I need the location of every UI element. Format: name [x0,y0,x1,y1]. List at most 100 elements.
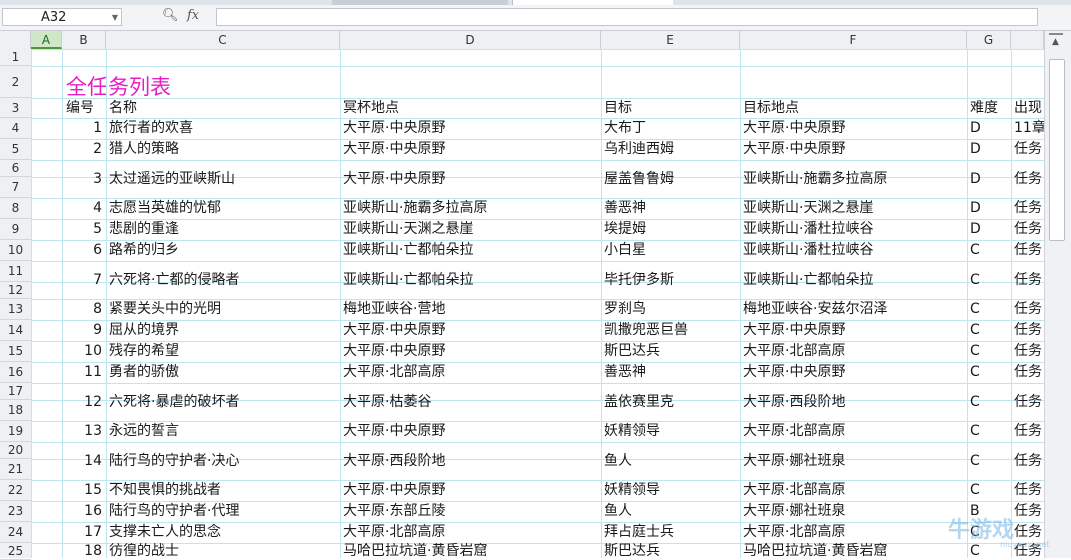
cell-target[interactable]: 斯巴达兵 [604,543,737,558]
cell-name[interactable]: 紧要关头中的光明 [109,299,337,320]
header-start[interactable]: 冥杯地点 [343,98,598,118]
cell-target-location[interactable]: 亚峡斯山·亡都帕朵拉 [743,261,964,299]
cell-difficulty[interactable]: D [970,198,1008,219]
cell-name[interactable]: 六死将·亡都的侵略者 [109,261,337,299]
row-header-2[interactable]: 2 [0,66,31,98]
cell-name[interactable]: 彷徨的战士 [109,543,337,558]
function-icon[interactable]: fx [187,8,199,23]
cell-appear[interactable]: 任务 [1014,160,1044,198]
cell-name[interactable]: 六死将·暴虐的破坏者 [109,383,337,421]
cell-target-location[interactable]: 大平原·西段阶地 [743,383,964,421]
cell-id[interactable]: 17 [62,522,102,543]
row-header-18[interactable]: 18 [0,400,31,421]
cell-difficulty[interactable]: C [970,383,1008,421]
cell-difficulty[interactable]: C [970,362,1008,383]
cell-difficulty[interactable]: C [970,480,1008,501]
cell-start[interactable]: 大平原·中央原野 [343,341,598,362]
cell-id[interactable]: 12 [62,383,102,421]
row-header-19[interactable]: 19 [0,421,31,442]
cell-appear[interactable]: 任务 [1014,261,1044,299]
cell-appear[interactable]: 11章 [1014,118,1044,139]
cell-target[interactable]: 罗刹鸟 [604,299,737,320]
cell-name[interactable]: 勇者的骄傲 [109,362,337,383]
row-header-24[interactable]: 24 [0,522,31,543]
cell-name[interactable]: 路希的归乡 [109,240,337,261]
cell-difficulty[interactable]: C [970,341,1008,362]
row-header-13[interactable]: 13 [0,299,31,320]
row-header-21[interactable]: 21 [0,459,31,480]
cell-id[interactable]: 1 [62,118,102,139]
header-difficulty[interactable]: 难度 [970,98,1008,118]
column-header-d[interactable]: D [340,31,601,49]
cell-name[interactable]: 太过遥远的亚峡斯山 [109,160,337,198]
cell-appear[interactable]: 任务 [1014,341,1044,362]
cell-name[interactable]: 志愿当英雄的忧郁 [109,198,337,219]
cell-target[interactable]: 盖依赛里克 [604,383,737,421]
cell-name[interactable]: 不知畏惧的挑战者 [109,480,337,501]
cell-difficulty[interactable]: C [970,299,1008,320]
row-header-1[interactable]: 1 [0,49,31,66]
cell-target-location[interactable]: 大平原·中央原野 [743,362,964,383]
cell-id[interactable]: 15 [62,480,102,501]
cell-target[interactable]: 善恶神 [604,198,737,219]
cell-start[interactable]: 马哈巴拉坑道·黄昏岩窟 [343,543,598,558]
cell-target-location[interactable]: 大平原·中央原野 [743,118,964,139]
cell-name[interactable]: 屈从的境界 [109,320,337,341]
cell-appear[interactable]: 任务 [1014,320,1044,341]
cell-start[interactable]: 大平原·中央原野 [343,480,598,501]
cell-name[interactable]: 陆行鸟的守护者·决心 [109,442,337,480]
cell-name[interactable]: 永远的誓言 [109,421,337,442]
cell-appear[interactable]: 任务 [1014,362,1044,383]
row-header-5[interactable]: 5 [0,139,31,160]
cell-id[interactable]: 13 [62,421,102,442]
cell-target[interactable]: 鱼人 [604,501,737,522]
cell-appear[interactable]: 任务 [1014,480,1044,501]
scrollbar-split-handle[interactable] [1049,33,1063,35]
cell-target-location[interactable]: 亚峡斯山·天渊之悬崖 [743,198,964,219]
row-header-9[interactable]: 9 [0,219,31,240]
header-appear[interactable]: 出现 [1014,98,1044,118]
cell-target[interactable]: 屋盖鲁鲁姆 [604,160,737,198]
cell-appear[interactable]: 任务 [1014,139,1044,160]
cell-start[interactable]: 大平原·中央原野 [343,320,598,341]
cell-target[interactable]: 毕托伊多斯 [604,261,737,299]
cell-target-location[interactable]: 大平原·北部高原 [743,480,964,501]
row-header-14[interactable]: 14 [0,320,31,341]
cell-id[interactable]: 18 [62,543,102,558]
cell-target-location[interactable]: 亚峡斯山·潘杜拉峡谷 [743,219,964,240]
cell-id[interactable]: 6 [62,240,102,261]
cell-target-location[interactable]: 大平原·北部高原 [743,522,964,543]
column-header-h[interactable] [1011,31,1044,49]
cell-difficulty[interactable]: C [970,442,1008,480]
cell-target[interactable]: 拜占庭士兵 [604,522,737,543]
scrollbar-thumb[interactable] [1049,59,1065,241]
cell-id[interactable]: 4 [62,198,102,219]
cell-target[interactable]: 妖精领导 [604,421,737,442]
cell-difficulty[interactable]: D [970,118,1008,139]
cell-appear[interactable]: 任务 [1014,240,1044,261]
row-header-16[interactable]: 16 [0,362,31,383]
cell-id[interactable]: 7 [62,261,102,299]
cell-target-location[interactable]: 大平原·娜社班泉 [743,442,964,480]
cell-appear[interactable]: 任务 [1014,383,1044,421]
cell-target-location[interactable]: 亚峡斯山·潘杜拉峡谷 [743,240,964,261]
sheet-grid[interactable]: 全任务列表 编号 名称 冥杯地点 目标 目标地点 难度 出现 1 旅行者的欢喜 大平原·中央原野大… [31,49,1044,558]
row-header-10[interactable]: 10 [0,240,31,261]
cell-difficulty[interactable]: D [970,139,1008,160]
cell-start[interactable]: 大平原·枯萎谷 [343,383,598,421]
row-header-6[interactable]: 6 [0,160,31,177]
cell-start[interactable]: 亚峡斯山·亡都帕朵拉 [343,261,598,299]
cell-id[interactable]: 11 [62,362,102,383]
cell-appear[interactable]: 任务 [1014,442,1044,480]
cell-name[interactable]: 残存的希望 [109,341,337,362]
cell-appear[interactable]: 任务 [1014,219,1044,240]
cell-target-location[interactable]: 梅地亚峡谷·安兹尔沼泽 [743,299,964,320]
cell-target-location[interactable]: 大平原·娜社班泉 [743,501,964,522]
chevron-down-icon[interactable]: ▼ [112,9,118,27]
cell-difficulty[interactable]: C [970,421,1008,442]
formula-input[interactable] [216,8,1038,26]
zoom-icon[interactable]: 🔍︎ [162,8,179,23]
row-header-7[interactable]: 7 [0,177,31,198]
row-header-20[interactable]: 20 [0,442,31,459]
cell-start[interactable]: 大平原·北部高原 [343,362,598,383]
